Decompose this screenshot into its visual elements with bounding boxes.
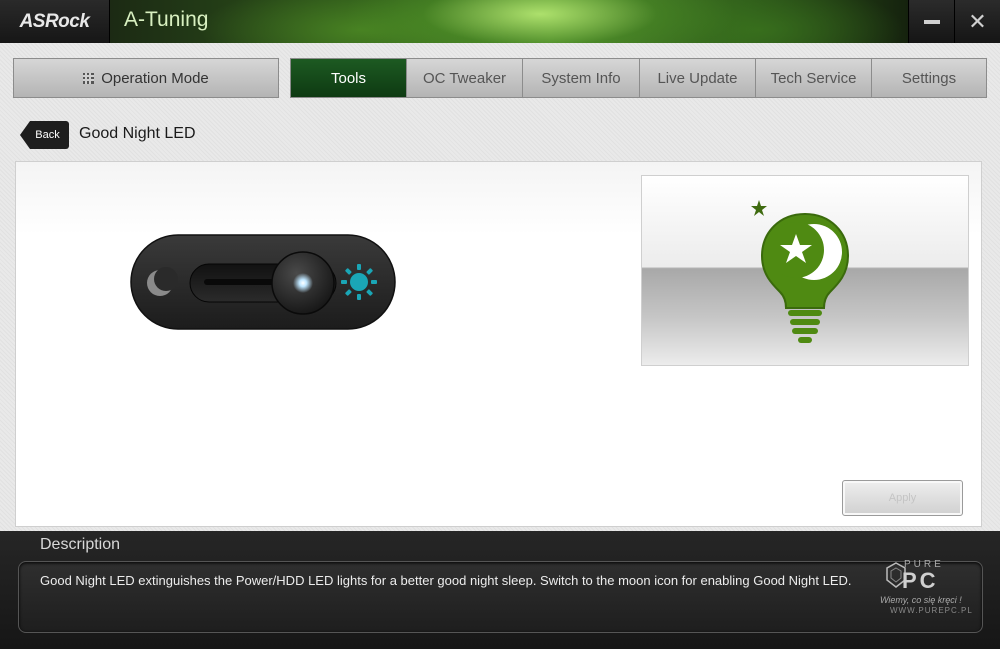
page-title: Good Night LED <box>79 125 196 142</box>
tab-live-update[interactable]: Live Update <box>640 59 756 97</box>
toggle-knob <box>271 251 335 315</box>
tab-label: Settings <box>901 69 957 87</box>
tab-label: OC Tweaker <box>422 69 507 87</box>
close-button[interactable]: ✕ <box>954 0 1000 43</box>
tab-label: Live Update <box>657 69 738 87</box>
sun-icon <box>341 264 377 300</box>
apply-button[interactable]: Apply <box>842 480 963 516</box>
tab-label: System Info <box>541 69 621 87</box>
description-text: Good Night LED extinguishes the Power/HD… <box>40 573 852 588</box>
tab-label: Tech Service <box>770 69 857 87</box>
close-icon: ✕ <box>968 8 987 34</box>
title-banner: A-Tuning <box>110 0 908 43</box>
watermark-pc: PC <box>902 568 939 593</box>
brand-logo-text: ASRock <box>19 10 90 32</box>
operation-mode-button[interactable]: Operation Mode <box>13 58 279 98</box>
description-title: Description <box>40 536 121 553</box>
description-area: Description Good Night LED extinguishes … <box>0 531 1000 649</box>
back-button[interactable]: Back <box>20 121 69 149</box>
back-label: Back <box>35 129 60 141</box>
watermark-tagline: Wiemy, co się kręci ! <box>880 595 962 605</box>
main-content: Operation Mode Tools OC Tweaker System I… <box>0 43 1000 531</box>
nav-tabs: Tools OC Tweaker System Info Live Update… <box>290 58 987 98</box>
minimize-icon <box>923 19 940 24</box>
watermark-url: WWW.PUREPC.PL <box>890 606 973 615</box>
tab-tech-service[interactable]: Tech Service <box>756 59 872 97</box>
apply-label: Apply <box>888 492 917 504</box>
app-title: A-Tuning <box>124 8 209 31</box>
good-night-led-preview <box>641 175 969 366</box>
settings-panel: Apply <box>15 161 982 527</box>
grid-icon <box>83 72 95 84</box>
good-night-led-toggle[interactable] <box>130 234 396 330</box>
tab-system-info[interactable]: System Info <box>523 59 640 97</box>
purepc-watermark: PURE PC Wiemy, co się kręci ! WWW.PUREPC… <box>862 556 982 616</box>
tab-tools[interactable]: Tools <box>291 59 407 97</box>
minimize-button[interactable] <box>908 0 954 43</box>
title-bar: ASRock A-Tuning ✕ <box>0 0 1000 43</box>
tab-oc-tweaker[interactable]: OC Tweaker <box>407 59 523 97</box>
brand-logo: ASRock <box>0 0 110 43</box>
operation-mode-label: Operation Mode <box>101 69 209 87</box>
tab-label: Tools <box>330 69 367 87</box>
tab-settings[interactable]: Settings <box>872 59 986 97</box>
description-box: Good Night LED extinguishes the Power/HD… <box>18 561 983 633</box>
good-night-bulb-icon <box>751 200 850 343</box>
